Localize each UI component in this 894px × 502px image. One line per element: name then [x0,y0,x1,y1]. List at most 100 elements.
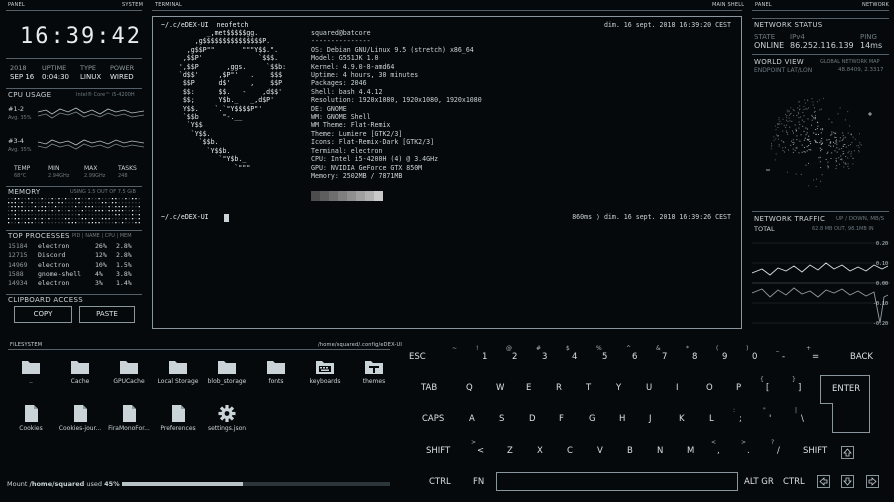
file-item[interactable]: blob_storage [202,358,252,385]
globe-dot [823,97,824,99]
process-row[interactable]: 1588 gnome-shell 4% 3.8% [8,270,142,279]
key-j[interactable]: J [649,414,652,424]
key-[interactable]: \ | [795,407,804,424]
globe-dot [822,129,824,131]
key-9[interactable]: 9( [716,345,727,362]
key-label: D [529,414,536,424]
file-item[interactable]: Local Storage [153,358,203,385]
process-row[interactable]: 14969 electron 10% 1.5% [8,261,142,270]
key-[interactable]: < > [471,439,484,456]
key-y[interactable]: Y [616,383,621,393]
memory-cell [38,210,40,212]
globe-dot [816,178,817,180]
arrow-down-icon[interactable] [841,475,854,488]
key-k[interactable]: K [679,414,685,424]
key-ctrl[interactable]: CTRL [429,477,451,487]
key-r[interactable]: R [556,383,562,393]
file-item[interactable]: fonts [251,358,301,385]
file-item[interactable]: GPUCache [104,358,154,385]
key-2[interactable]: 2 @ [506,345,517,362]
key-x[interactable]: X [537,446,543,456]
copy-button[interactable]: COPY [14,306,72,323]
file-item[interactable]: keyboards [300,358,350,385]
paste-button[interactable]: PASTE [79,306,135,323]
key-t[interactable]: T [586,383,591,393]
file-item[interactable]: settings.json [202,405,252,432]
key-n[interactable]: N [657,446,663,456]
key-[interactable]: , < [711,439,720,456]
key-shift[interactable]: SHIFT [426,446,450,456]
globe-dot [820,180,821,182]
arrow-left-icon[interactable] [817,475,830,488]
key-m[interactable]: M [687,446,694,456]
key-u[interactable]: U [646,383,652,393]
file-item[interactable]: Cookies-jour... [55,405,105,432]
process-row[interactable]: 15184 electron 26% 2.8% [8,242,142,251]
key-6[interactable]: 6 ^ [626,345,637,362]
key-[interactable]: - _ [776,345,785,362]
key-c[interactable]: C [567,446,573,456]
key-space[interactable] [496,472,738,491]
file-item[interactable]: .. [6,358,56,385]
process-row[interactable]: 14934 electron 3% 1.4% [8,279,142,288]
key-[interactable]: ]} [792,376,801,393]
globe-dot [827,151,829,153]
file-item[interactable]: Preferences [153,405,203,432]
key-z[interactable]: Z [507,446,513,456]
key-d[interactable]: D [529,414,536,424]
key-[interactable]: = + [806,345,819,362]
memory-cell [71,222,73,224]
key-h[interactable]: H [619,414,625,424]
key-1[interactable]: 1! ~ [452,345,487,362]
globe-icon[interactable] [758,78,888,204]
memory-cell [18,198,20,200]
key-e[interactable]: E [526,383,531,393]
key-caps[interactable]: CAPS [422,414,444,424]
arrow-right-icon[interactable] [866,475,879,488]
key-i[interactable]: I [676,383,679,393]
key-s[interactable]: S [499,414,504,424]
key-p[interactable]: P [736,383,741,393]
terminal-window[interactable]: ~/.c/eDEX-UI neofetch dim. 16 sept. 2018… [152,16,742,329]
memory-cell [98,214,100,216]
key-v[interactable]: V [597,446,603,456]
key-5[interactable]: 5% [596,345,607,362]
key-4[interactable]: 4 $ [566,345,577,362]
key-[interactable]: ' " [763,407,771,424]
key-tab[interactable]: TAB [421,383,437,393]
file-item[interactable]: FiraMonoFor... [104,405,154,432]
arrow-up-icon[interactable] [841,446,854,459]
key-q[interactable]: Q [466,383,473,393]
key-b[interactable]: B [627,446,633,456]
process-row[interactable]: 12715 Discord 12% 2.8% [8,251,142,260]
file-item[interactable]: Cookies [6,405,56,432]
key-[interactable]: ;: [733,407,742,424]
key-[interactable]: /? [771,439,780,456]
memory-cell [85,206,87,208]
key-[interactable]: [{ [760,376,769,393]
memory-cell [88,206,90,208]
key-8[interactable]: 8 * [686,345,697,362]
file-item[interactable]: themes [349,358,399,385]
key-w[interactable]: W [496,383,504,393]
memory-cell [54,222,57,224]
key-shift[interactable]: SHIFT [803,446,827,456]
key-back[interactable]: BACK [850,352,873,362]
key-7[interactable]: 7 & [656,345,667,362]
key-altgr[interactable]: ALT GR [744,477,774,487]
key-g[interactable]: G [589,414,596,424]
key-f[interactable]: F [559,414,564,424]
memory-cell [105,210,107,212]
key-enter[interactable]: ENTER [820,375,870,433]
key-esc[interactable]: ESC [409,352,426,362]
file-item[interactable]: Cache [55,358,105,385]
key-[interactable]: . > [741,439,750,456]
key-o[interactable]: O [706,383,713,393]
key-a[interactable]: A [469,414,475,424]
globe-dot [848,150,850,152]
key-ctrl[interactable]: CTRL [783,477,805,487]
key-0[interactable]: 0) [746,345,757,362]
key-3[interactable]: 3 # [536,345,547,362]
key-l[interactable]: L [709,414,714,424]
key-fn[interactable]: FN [473,477,484,487]
